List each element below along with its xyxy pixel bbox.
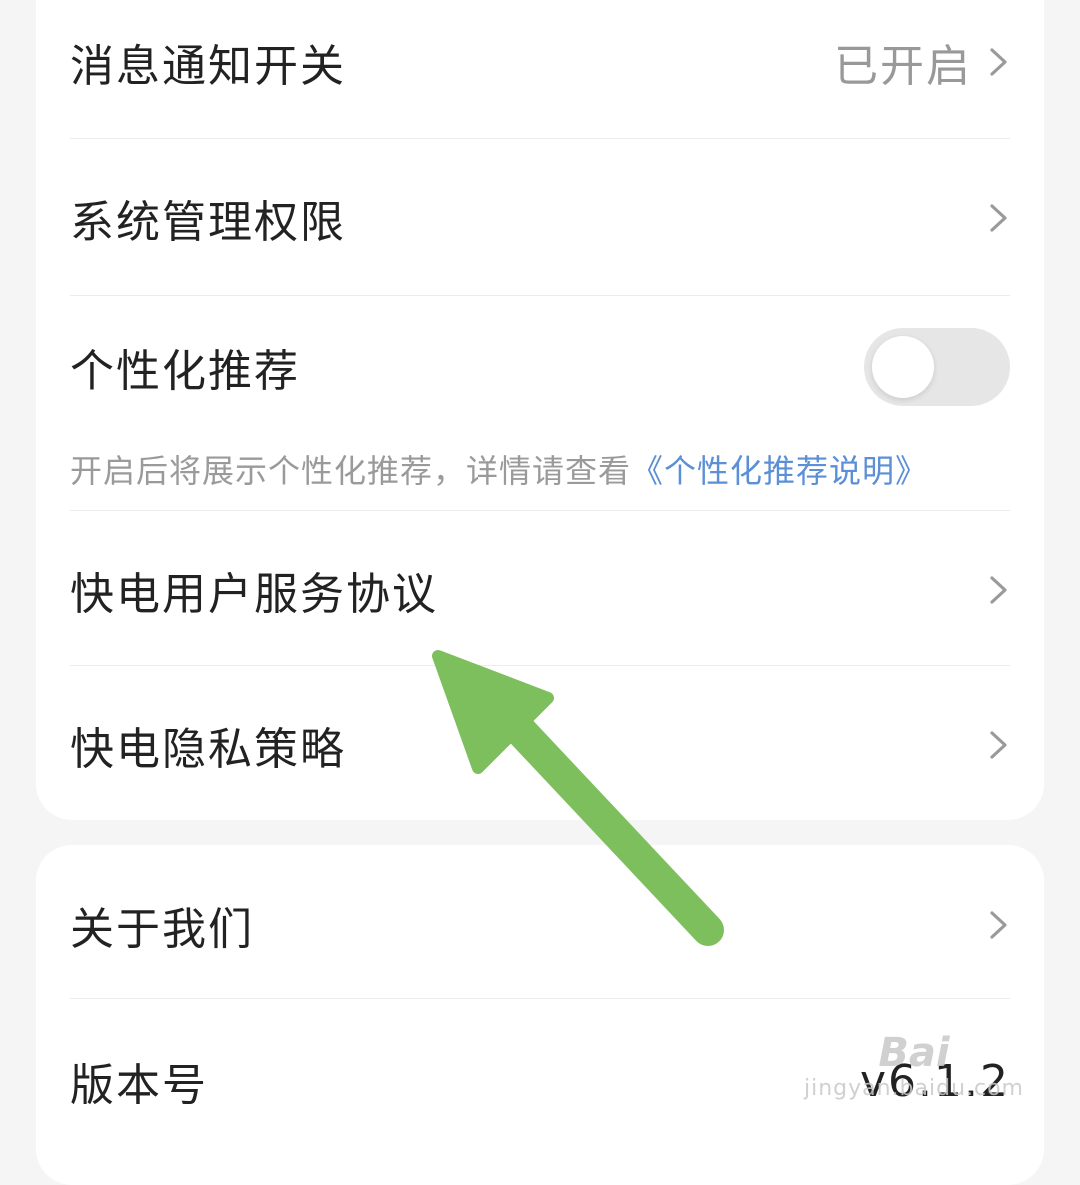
notification-label: 消息通知开关 — [70, 41, 346, 92]
about-card: 关于我们 版本号 v6.1.2 — [36, 845, 1044, 1185]
personalized-description: 开启后将展示个性化推荐，详情请查看《个性化推荐说明》 — [70, 446, 928, 492]
personalized-description-text: 开启后将展示个性化推荐，详情请查看 — [70, 452, 632, 490]
divider — [70, 510, 1010, 511]
toggle-knob — [872, 336, 934, 398]
about-us-row[interactable]: 关于我们 — [70, 885, 1010, 965]
privacy-policy-label: 快电隐私策略 — [70, 724, 346, 775]
settings-card: 消息通知开关 已开启 系统管理权限 个性化推荐 开启后将展示个性化推荐，详情请查… — [36, 0, 1044, 820]
chevron-right-icon — [990, 731, 1007, 759]
baidu-watermark: Bai jingyan.baidu.com — [804, 1030, 1024, 1101]
notification-right: 已开启 — [834, 30, 1010, 94]
chevron-right-icon — [990, 48, 1007, 76]
personalized-toggle[interactable] — [864, 328, 1010, 406]
chevron-right-icon — [990, 576, 1007, 604]
chevron-right-icon — [990, 911, 1007, 939]
divider — [70, 295, 1010, 296]
personalized-label: 个性化推荐 — [70, 346, 300, 397]
user-agreement-label: 快电用户服务协议 — [70, 569, 438, 620]
about-us-label: 关于我们 — [70, 904, 254, 955]
notification-status: 已开启 — [834, 41, 972, 92]
divider — [70, 998, 1010, 999]
watermark-site: jingyan.baidu.com — [803, 1076, 1024, 1101]
version-label: 版本号 — [70, 1060, 208, 1111]
system-permission-row[interactable]: 系统管理权限 — [70, 178, 1010, 258]
personalized-row: 个性化推荐 — [70, 327, 1010, 407]
user-agreement-row[interactable]: 快电用户服务协议 — [70, 550, 1010, 630]
personalized-info-link[interactable]: 《个性化推荐说明》 — [631, 452, 928, 490]
chevron-right-icon — [990, 204, 1007, 232]
notification-row[interactable]: 消息通知开关 已开启 — [70, 22, 1010, 102]
privacy-policy-row[interactable]: 快电隐私策略 — [70, 705, 1010, 785]
system-permission-label: 系统管理权限 — [70, 197, 346, 248]
divider — [70, 665, 1010, 666]
watermark-brand: Bai — [878, 1030, 950, 1076]
divider — [70, 138, 1010, 139]
